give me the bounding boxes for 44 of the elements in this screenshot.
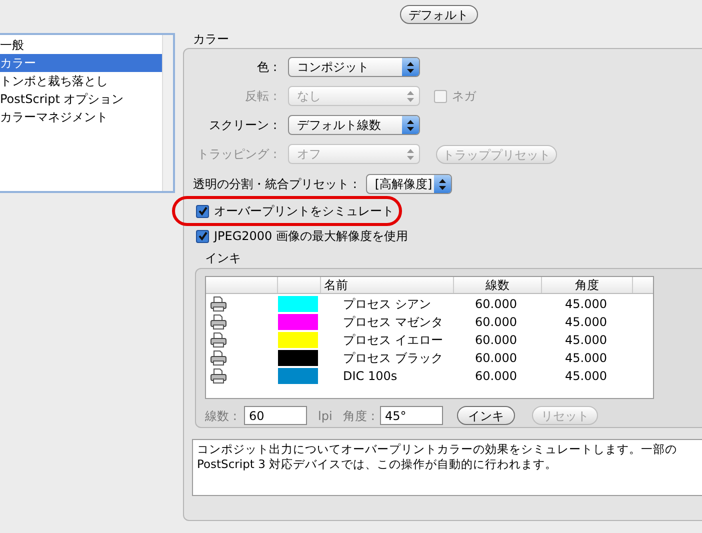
column-header[interactable]: 名前 <box>321 277 454 293</box>
section-title: カラー <box>192 31 230 48</box>
table-cell-text: 45.000 <box>564 350 608 367</box>
list-item[interactable]: カラーマネジメント <box>0 108 162 126</box>
field-label: 反転 : <box>244 88 278 105</box>
frequency-field[interactable]: 60 <box>244 406 307 425</box>
table-cell-text: 45.000 <box>564 368 608 385</box>
table-cell-text: DIC 100s <box>342 368 398 385</box>
table-cell-text: 45.000 <box>564 314 608 331</box>
list-item[interactable]: トンボと裁ち落とし <box>0 72 162 90</box>
list-item[interactable]: カラー <box>0 54 162 72</box>
table-cell-text: プロセス シアン <box>342 296 432 313</box>
table-cell-text: 60.000 <box>474 296 518 313</box>
field-label: 透明の分割・統合プリセット : <box>193 176 357 193</box>
checkbox-label: ネガ <box>452 88 476 105</box>
table-cell-text: 60.000 <box>474 368 518 385</box>
description-box: コンポジット出力についてオーバープリントカラーの効果をシミュレートします。一部の PostScript 3 対応デバイスでは、この操作が自動的に行われます。 <box>192 439 702 496</box>
table-cell-text: 60.000 <box>474 350 518 367</box>
table-cell-text: 60.000 <box>474 314 518 331</box>
column-header[interactable]: 角度 <box>542 277 633 293</box>
checkbox-label: JPEG2000 画像の最大解像度を使用 <box>214 228 408 245</box>
list-item[interactable]: PostScript オプション <box>0 90 162 108</box>
field-label: トラッピング : <box>196 146 278 163</box>
table-cell-text: プロセス マゼンタ <box>342 314 444 331</box>
field-label: スクリーン : <box>208 117 278 134</box>
list-item[interactable]: 一般 <box>0 36 162 54</box>
checkbox-label: オーバープリントをシミュレート <box>214 203 394 220</box>
unit-label: lpi <box>318 408 334 424</box>
section-title: インキ <box>204 250 242 266</box>
table-cell-text: プロセス イエロー <box>342 332 444 349</box>
dropdown[interactable]: デフォルト線数 <box>288 115 420 135</box>
column-header[interactable]: 線数 <box>454 277 542 293</box>
dropdown[interactable]: [高解像度] <box>366 174 452 194</box>
angle-field[interactable]: 45° <box>380 406 443 425</box>
table-cell-text: 60.000 <box>474 332 518 349</box>
table-cell-text: プロセス ブラック <box>342 350 444 367</box>
field-label: 色 : <box>256 59 278 76</box>
table-cell-text: 45.000 <box>564 296 608 313</box>
push-button[interactable]: インキ <box>457 406 515 425</box>
push-button[interactable]: デフォルト <box>400 5 478 24</box>
table-cell-text: 45.000 <box>564 332 608 349</box>
field-label: 線数 : <box>205 408 238 424</box>
field-label: 角度 : <box>343 408 376 424</box>
dropdown[interactable]: コンポジット <box>288 57 420 77</box>
